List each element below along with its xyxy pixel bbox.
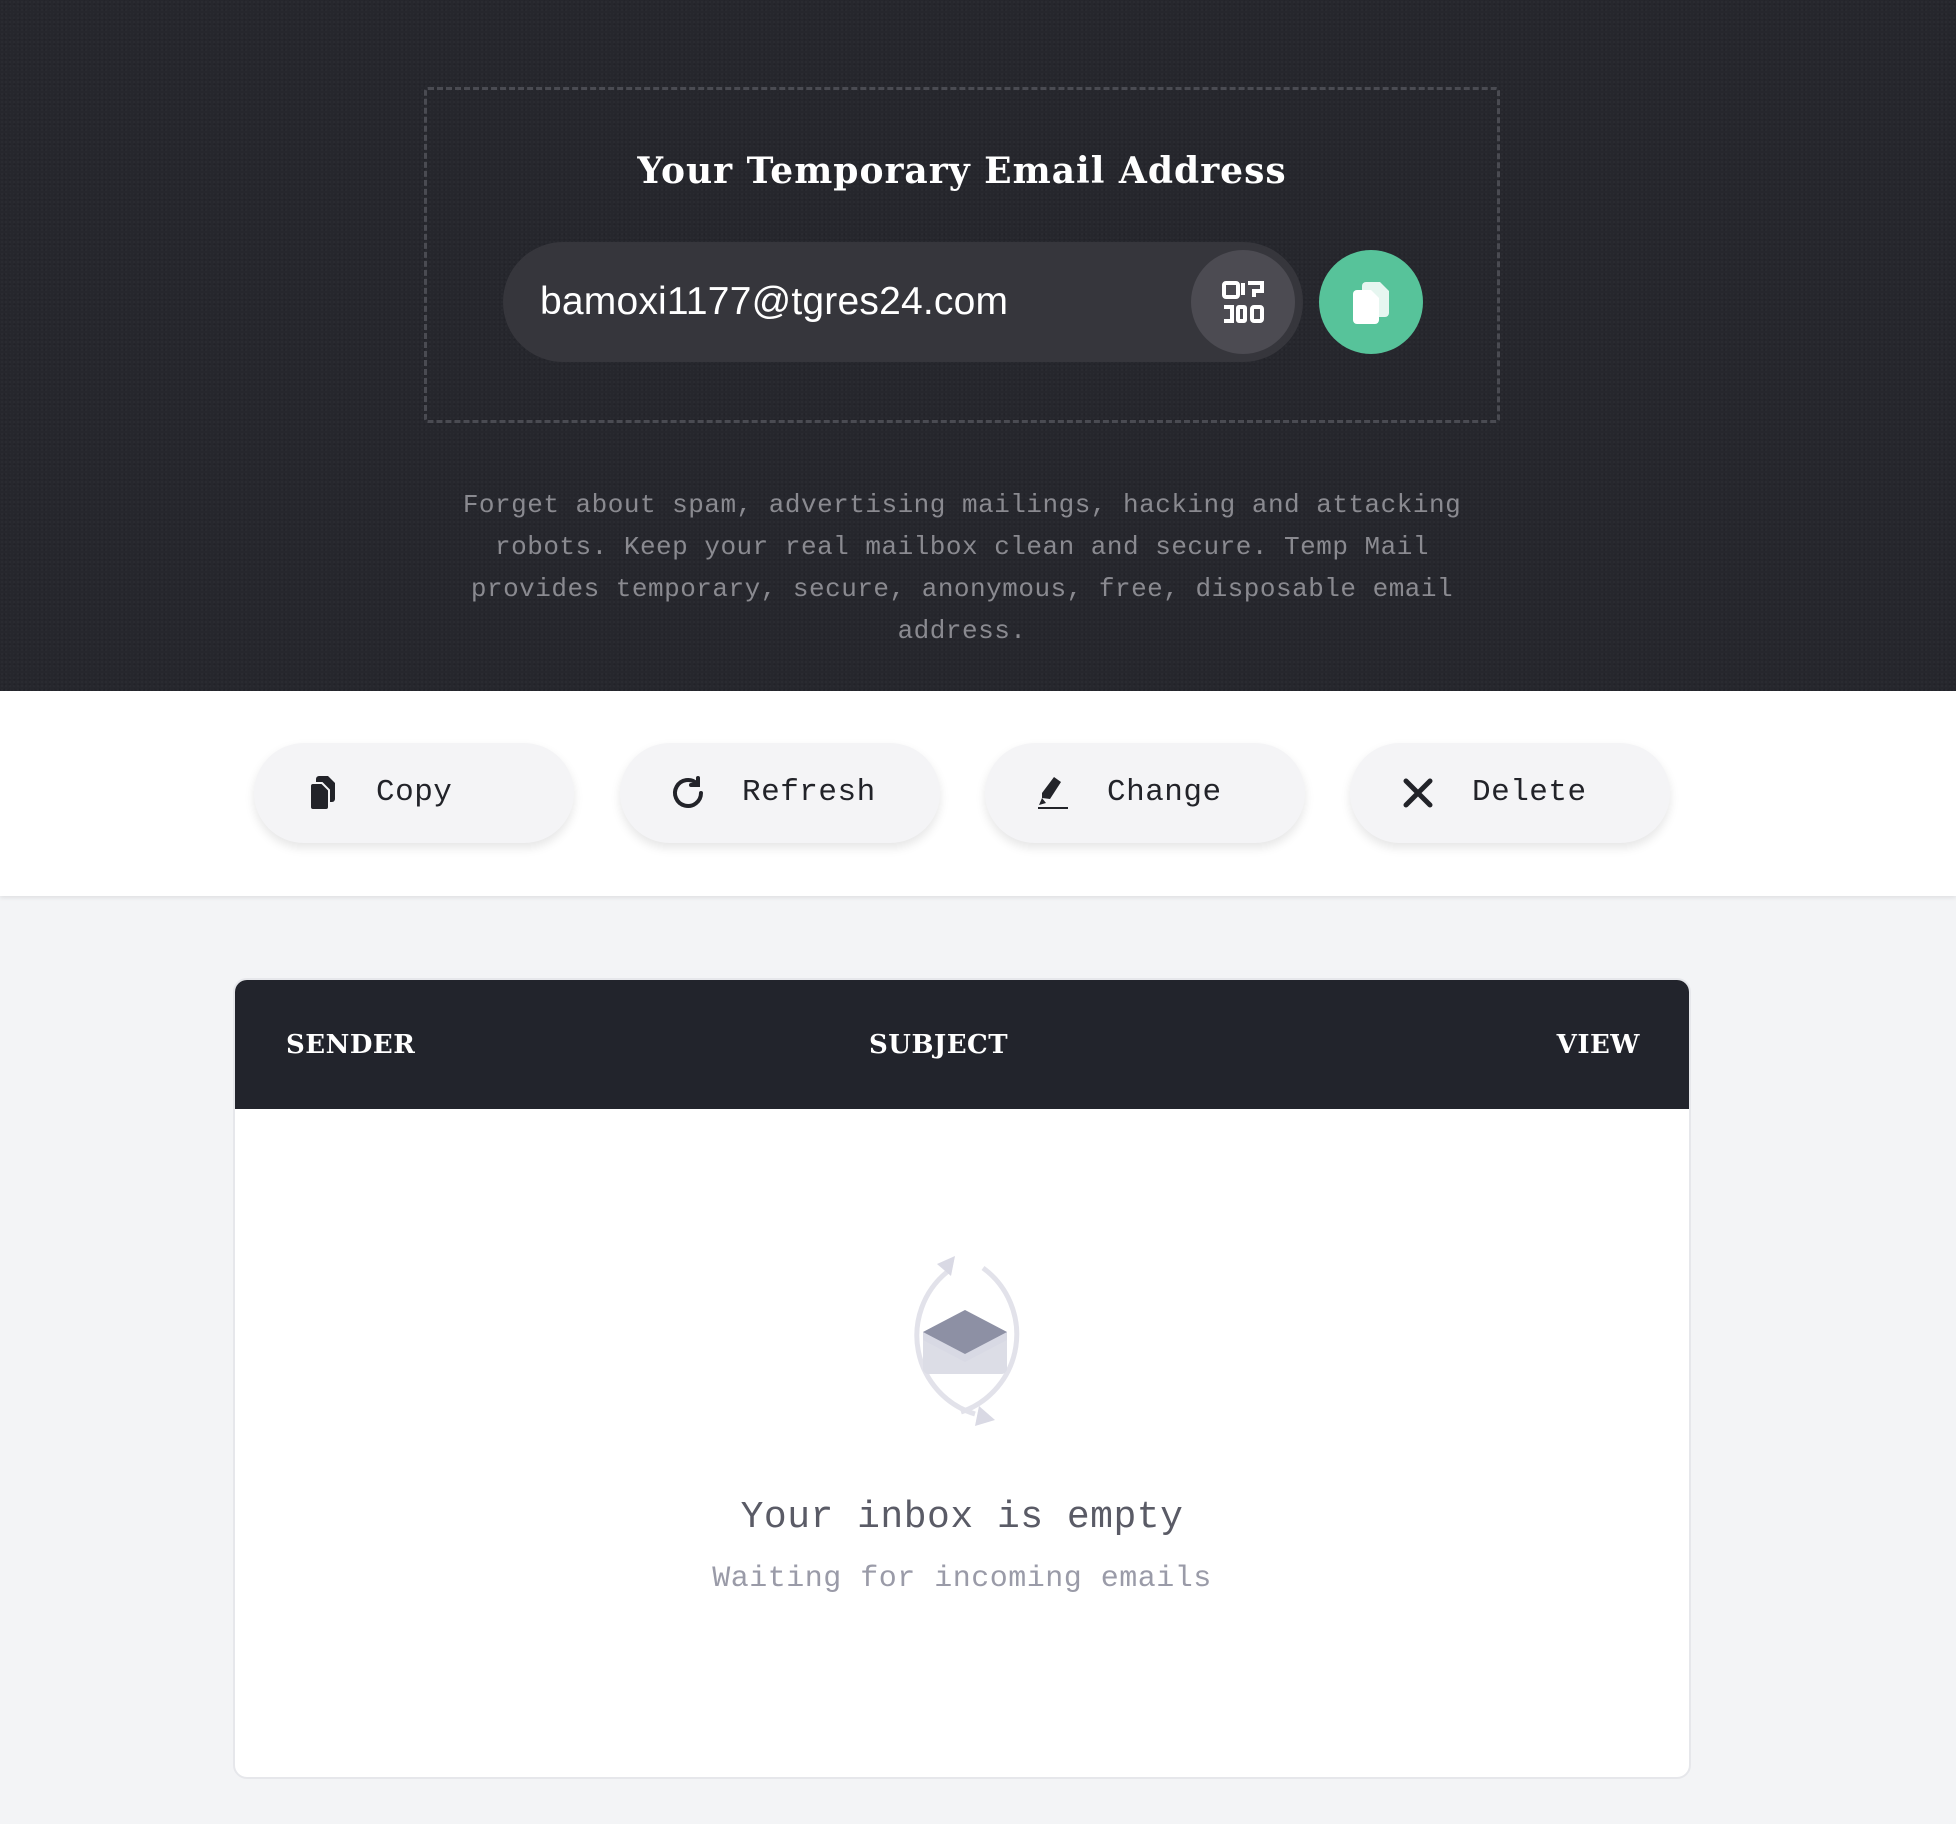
hero-section: Your Temporary Email Address bamoxi1177@…	[0, 0, 1956, 691]
copy-button-label: Copy	[376, 775, 453, 810]
change-button[interactable]: Change	[985, 743, 1305, 843]
close-icon	[1398, 773, 1438, 813]
delete-button-label: Delete	[1472, 775, 1587, 810]
refresh-button-label: Refresh	[742, 775, 876, 810]
change-button-label: Change	[1107, 775, 1222, 810]
empty-inbox-illustration	[875, 1250, 1055, 1430]
inbox-table: SENDER SUBJECT VIEW Your inbox is empty …	[233, 978, 1691, 1779]
column-view: VIEW	[1556, 1030, 1640, 1060]
email-address-panel: Your Temporary Email Address bamoxi1177@…	[424, 87, 1500, 423]
qr-code-icon	[1222, 281, 1264, 323]
email-panel-title: Your Temporary Email Address	[637, 150, 1287, 192]
refresh-icon	[668, 773, 708, 813]
copy-icon	[1353, 282, 1389, 324]
copy-email-button[interactable]	[1319, 250, 1423, 354]
empty-inbox-subtitle: Waiting for incoming emails	[712, 1562, 1212, 1596]
inbox-table-header: SENDER SUBJECT VIEW	[235, 980, 1689, 1109]
column-subject: SUBJECT	[869, 1030, 1009, 1060]
qr-code-button[interactable]	[1191, 250, 1295, 354]
copy-icon	[302, 773, 342, 813]
copy-button[interactable]: Copy	[254, 743, 574, 843]
hero-description: Forget about spam, advertising mailings,…	[462, 490, 1462, 646]
action-toolbar: Copy Refresh Change Delete	[0, 691, 1956, 896]
refresh-button[interactable]: Refresh	[620, 743, 940, 843]
delete-button[interactable]: Delete	[1350, 743, 1670, 843]
email-address-field[interactable]: bamoxi1177@tgres24.com	[503, 242, 1303, 362]
email-address-text[interactable]: bamoxi1177@tgres24.com	[540, 242, 1008, 362]
envelope-sync-icon	[914, 1256, 1020, 1426]
pen-icon	[1033, 773, 1073, 813]
empty-inbox-title: Your inbox is empty	[740, 1496, 1184, 1539]
column-sender: SENDER	[286, 1030, 416, 1060]
